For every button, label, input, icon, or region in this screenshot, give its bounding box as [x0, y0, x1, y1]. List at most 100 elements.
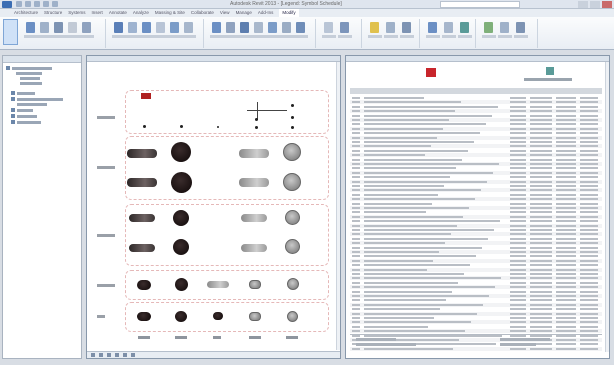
schedule-row[interactable] — [350, 140, 602, 144]
paste-icon[interactable] — [52, 22, 66, 38]
scale-icon[interactable] — [91, 353, 95, 357]
ribbon-tab[interactable]: Massing & Site — [155, 9, 185, 17]
schedule-row[interactable] — [350, 188, 602, 193]
schedule-row[interactable] — [350, 184, 602, 188]
schedule-row[interactable] — [350, 302, 602, 307]
family-editor-icon[interactable] — [482, 22, 496, 38]
schedule-row[interactable] — [350, 267, 602, 272]
schedule-row[interactable] — [350, 237, 602, 241]
schedule-row[interactable] — [350, 158, 602, 162]
array-icon[interactable] — [294, 22, 308, 38]
schedule-row[interactable] — [350, 179, 602, 184]
create-group-icon[interactable] — [442, 22, 456, 38]
tree-item[interactable] — [17, 109, 33, 112]
open-icon[interactable] — [16, 1, 22, 7]
properties-icon[interactable] — [24, 22, 38, 38]
folder-icon[interactable] — [11, 91, 15, 95]
close-button[interactable] — [602, 1, 612, 8]
schedule-row[interactable] — [350, 166, 602, 170]
schedule-row[interactable] — [350, 144, 602, 149]
tree-item[interactable] — [17, 92, 35, 95]
schedule-row[interactable] — [350, 206, 602, 210]
schedule-row[interactable] — [350, 153, 602, 158]
schedule-row[interactable] — [350, 320, 602, 325]
move-icon[interactable] — [252, 22, 266, 38]
minimize-button[interactable] — [578, 1, 588, 8]
modify-button[interactable] — [3, 19, 18, 45]
schedule-row[interactable] — [350, 223, 602, 228]
ribbon-tab[interactable]: Architecture — [14, 9, 38, 17]
schedule-row[interactable] — [350, 258, 602, 263]
schedule-row[interactable] — [350, 311, 602, 316]
schedule-row[interactable] — [350, 294, 602, 298]
tree-item[interactable] — [20, 77, 40, 80]
schedule-row[interactable] — [350, 175, 602, 179]
schedule-row[interactable] — [350, 254, 602, 258]
demolish-icon[interactable] — [182, 22, 196, 38]
schedule-row[interactable] — [350, 281, 602, 285]
visual-style-icon[interactable] — [107, 353, 111, 357]
schedule-row[interactable] — [350, 100, 602, 105]
ribbon-tab[interactable]: View — [220, 9, 230, 17]
schedule-row[interactable] — [350, 228, 602, 232]
tree-item[interactable] — [12, 67, 52, 70]
schedule-row[interactable] — [350, 193, 602, 197]
detail-level-icon[interactable] — [99, 353, 103, 357]
ribbon-tab[interactable]: Modify — [279, 9, 299, 17]
folder-icon[interactable] — [11, 97, 15, 101]
hide-icon[interactable] — [322, 22, 336, 38]
ribbon-tab[interactable]: Analyze — [133, 9, 149, 17]
schedule-row[interactable] — [350, 232, 602, 237]
save-icon[interactable] — [25, 1, 31, 7]
maximize-button[interactable] — [590, 1, 600, 8]
schedule-row[interactable] — [350, 126, 602, 131]
schedule-row[interactable] — [350, 96, 602, 100]
type-properties-icon[interactable] — [38, 22, 52, 38]
select-all-icon[interactable] — [498, 22, 512, 38]
rotate-icon[interactable] — [266, 22, 280, 38]
folder-icon[interactable] — [11, 108, 15, 112]
create-parts-icon[interactable] — [458, 22, 472, 38]
undo-icon[interactable] — [34, 1, 40, 7]
ribbon-tab[interactable]: Systems — [68, 9, 85, 17]
redo-icon[interactable] — [43, 1, 49, 7]
shadows-icon[interactable] — [123, 353, 127, 357]
cut-geometry-icon[interactable] — [126, 22, 140, 38]
create-similar-icon[interactable] — [426, 22, 440, 38]
schedule-row[interactable] — [350, 118, 602, 122]
schedule-row[interactable] — [350, 149, 602, 153]
schedule-row[interactable] — [350, 246, 602, 250]
schedule-row[interactable] — [350, 197, 602, 202]
legend-view[interactable] — [86, 55, 341, 359]
folder-icon[interactable] — [6, 66, 10, 70]
vertical-scrollbar[interactable] — [605, 62, 609, 352]
schedule-row[interactable] — [350, 263, 602, 267]
schedule-row[interactable] — [350, 105, 602, 109]
offset-icon[interactable] — [224, 22, 238, 38]
schedule-row[interactable] — [350, 162, 602, 166]
sun-path-icon[interactable] — [115, 353, 119, 357]
dimension-icon[interactable] — [384, 22, 398, 38]
search-input[interactable] — [440, 1, 520, 8]
join-icon[interactable] — [140, 22, 154, 38]
schedule-row[interactable] — [350, 325, 602, 329]
ribbon-tab[interactable]: Structure — [44, 9, 62, 17]
print-icon[interactable] — [52, 1, 58, 7]
schedule-view[interactable] — [345, 55, 610, 359]
schedule-row[interactable] — [350, 214, 602, 219]
schedule-row[interactable] — [350, 290, 602, 294]
trim-icon[interactable] — [280, 22, 294, 38]
filter-icon[interactable] — [514, 22, 528, 38]
schedule-row[interactable] — [350, 131, 602, 135]
schedule-row[interactable] — [350, 109, 602, 114]
tree-item[interactable] — [17, 115, 37, 118]
schedule-row[interactable] — [350, 272, 602, 276]
schedule-row[interactable] — [350, 307, 602, 311]
tree-item[interactable] — [17, 121, 41, 124]
tree-item[interactable] — [17, 98, 63, 101]
schedule-row[interactable] — [350, 276, 602, 281]
schedule-row[interactable] — [350, 219, 602, 223]
schedule-row[interactable] — [350, 170, 602, 175]
schedule-row[interactable] — [350, 202, 602, 206]
schedule-row[interactable] — [350, 241, 602, 246]
